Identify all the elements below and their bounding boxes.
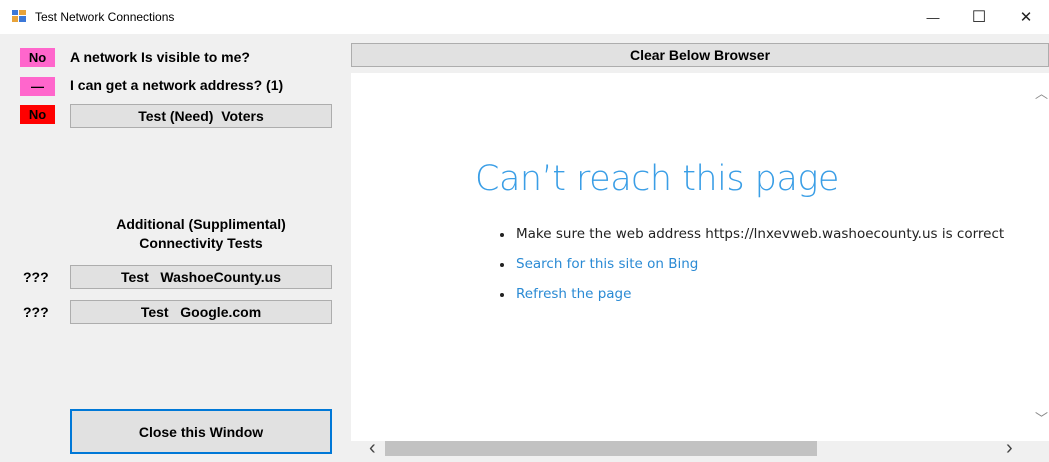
clear-browser-button[interactable]: Clear Below Browser [351,43,1049,67]
list-item: Refresh the page [500,284,1004,314]
scroll-down-icon[interactable]: ﹀ [1035,408,1048,427]
list-item: Make sure the web address https://lnxevw… [500,224,1004,254]
voters-status: No [20,105,55,124]
address-tip: Make sure the web address https://lnxevw… [516,226,1005,242]
network-address-status: — [20,77,55,96]
scroll-up-icon[interactable]: ︿ [1035,83,1048,102]
app-icon [12,10,26,22]
scroll-right-icon[interactable]: › [1006,437,1013,460]
test-voters-button[interactable]: Test (Need) Voters [70,104,332,128]
list-item: Search for this site on Bing [500,254,1004,284]
test-google-button[interactable]: Test Google.com [70,300,332,324]
vertical-scrollbar[interactable]: ︿ ﹀ [1034,73,1049,441]
close-window-main-button[interactable]: Close this Window [70,409,332,454]
refresh-page-link[interactable]: Refresh the page [516,286,631,302]
washoe-result: ??? [23,269,49,285]
close-icon: ✕ [1019,9,1033,26]
close-window-button[interactable]: ✕ [1003,0,1049,34]
network-visible-label: A network Is visible to me? [70,49,250,65]
error-heading: Can’t reach this page [475,159,839,199]
title-bar: Test Network Connections — ☐ ✕ [0,0,1049,34]
maximize-button[interactable]: ☐ [956,0,1002,34]
window-title: Test Network Connections [35,10,175,24]
supplemental-heading-line1: Additional (Supplimental) [116,216,286,232]
network-address-label: I can get a network address? (1) [70,77,284,93]
test-washoe-button[interactable]: Test WashoeCounty.us [70,265,332,289]
maximize-icon: ☐ [971,9,987,26]
error-suggestions: Make sure the web address https://lnxevw… [500,224,1004,314]
network-visible-status: No [20,48,55,67]
minimize-icon: — [926,9,940,25]
horizontal-scroll-thumb[interactable] [385,441,817,456]
google-result: ??? [23,304,49,320]
search-bing-link[interactable]: Search for this site on Bing [516,256,698,272]
supplemental-heading: Additional (Supplimental) Connectivity T… [70,215,332,253]
supplemental-heading-line2: Connectivity Tests [139,235,263,251]
minimize-button[interactable]: — [910,0,956,34]
scroll-left-icon[interactable]: ‹ [369,437,376,460]
